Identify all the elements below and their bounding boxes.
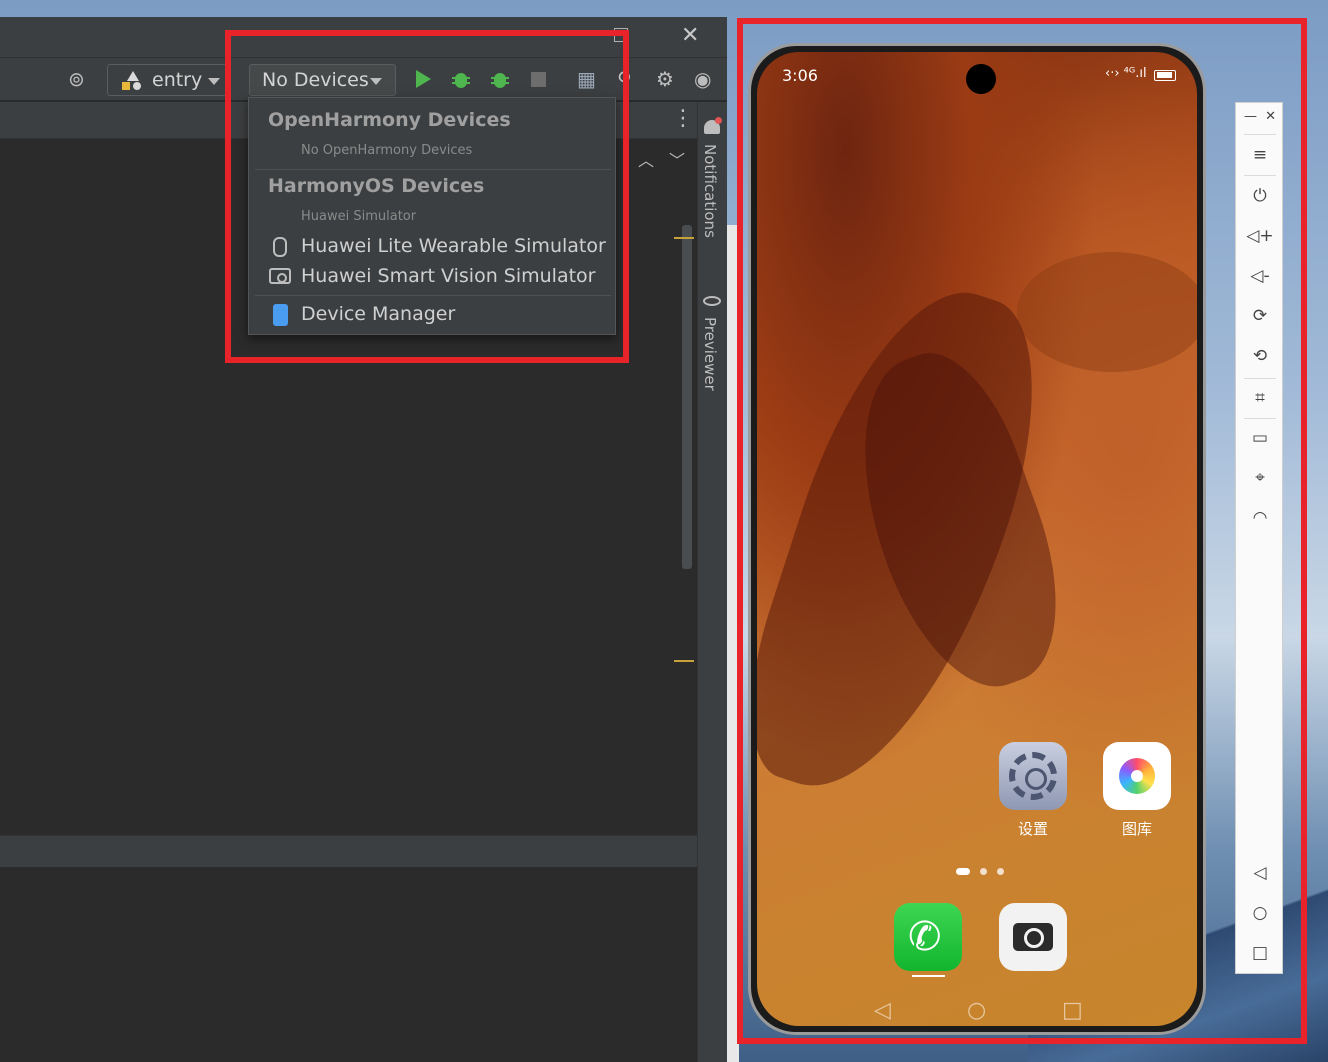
account-icon[interactable]: ◉ xyxy=(694,68,711,90)
chevron-up-icon[interactable]: ︿ xyxy=(638,147,654,171)
notifications-tab[interactable]: Notifications xyxy=(701,144,719,238)
right-tool-strip: Notifications Previewer xyxy=(697,102,727,1062)
highlight-box-simulator xyxy=(737,18,1307,1044)
previewer-tab[interactable]: Previewer xyxy=(701,317,719,391)
highlight-box-devices xyxy=(225,30,629,363)
more-options-icon[interactable]: ⋮ xyxy=(672,106,694,131)
chevron-down-icon xyxy=(208,78,220,85)
warning-marker[interactable] xyxy=(674,237,694,239)
chevron-down-icon[interactable]: ﹀ xyxy=(669,147,685,171)
editor-scrollbar[interactable] xyxy=(682,225,692,569)
gear-icon[interactable]: ⚙ xyxy=(656,68,674,90)
eye-icon[interactable] xyxy=(703,296,721,306)
close-icon[interactable]: ✕ xyxy=(681,23,699,48)
notification-dot xyxy=(715,117,722,124)
target-icon[interactable]: ⊚ xyxy=(68,68,85,90)
bottom-panel xyxy=(0,867,697,1062)
module-selector-label: entry xyxy=(152,69,203,91)
module-selector[interactable]: entry xyxy=(107,64,227,96)
warning-marker[interactable] xyxy=(674,660,694,662)
module-icon xyxy=(122,71,144,91)
bottom-panel-header xyxy=(0,835,697,867)
